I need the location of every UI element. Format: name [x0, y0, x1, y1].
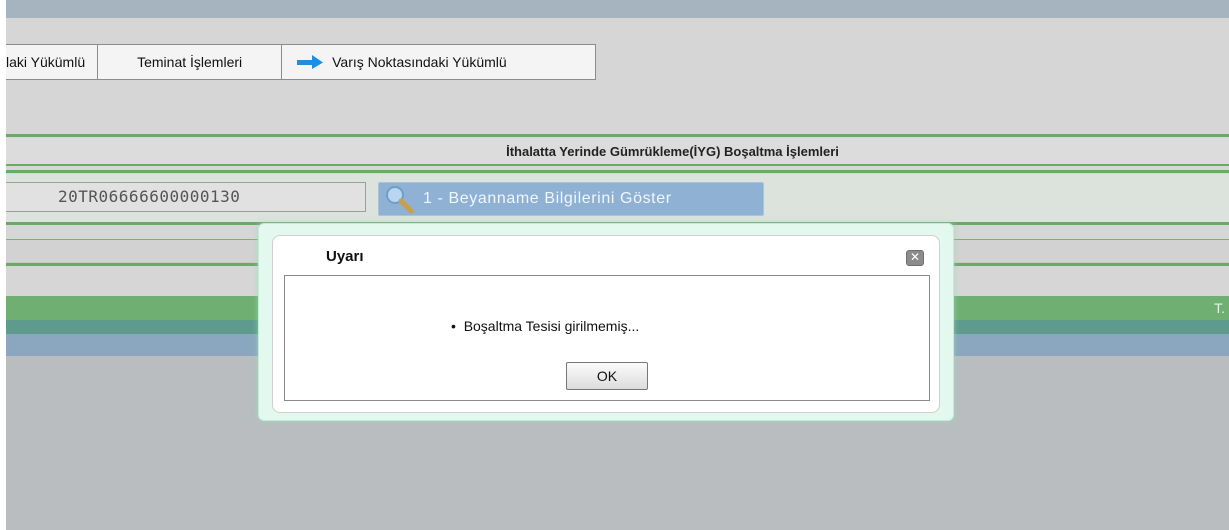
tab-label: Varış Noktasındaki Yükümlü: [332, 54, 507, 70]
section-title: İthalatta Yerinde Gümrükleme(İYG) Boşalt…: [6, 138, 1229, 164]
tab-label: laki Yükümlü: [6, 54, 86, 70]
arrow-right-icon: [297, 55, 324, 69]
declaration-number-field[interactable]: 20TR06666600000130: [6, 182, 366, 212]
tab-varis-noktasindaki-yukumlu[interactable]: Varış Noktasındaki Yükümlü: [282, 44, 597, 80]
tab-yukumlu[interactable]: laki Yükümlü: [6, 44, 99, 80]
divider-line: [6, 170, 1229, 173]
close-icon[interactable]: ✕: [906, 250, 924, 266]
top-header-strip: [0, 0, 1229, 18]
divider-line: [6, 134, 1229, 137]
magnifier-icon: [386, 186, 414, 214]
divider-line: [6, 164, 1229, 166]
dialog-message: • Boşaltma Tesisi girilmemiş...: [451, 318, 639, 334]
bullet: •: [451, 318, 456, 334]
ok-button[interactable]: OK: [566, 362, 648, 390]
band-text: T.: [1214, 300, 1225, 316]
show-declaration-button[interactable]: 1 - Beyanname Bilgilerini Göster: [378, 182, 764, 216]
show-declaration-label: 1 - Beyanname Bilgilerini Göster: [423, 190, 672, 207]
tab-label: Teminat İşlemleri: [137, 54, 243, 70]
message-text: Boşaltma Tesisi girilmemiş...: [463, 318, 640, 334]
tab-bar: laki Yükümlü Teminat İşlemleri Varış Nok…: [6, 44, 597, 80]
dialog-title: Uyarı: [326, 248, 364, 265]
tab-teminat-islemleri[interactable]: Teminat İşlemleri: [98, 44, 283, 80]
